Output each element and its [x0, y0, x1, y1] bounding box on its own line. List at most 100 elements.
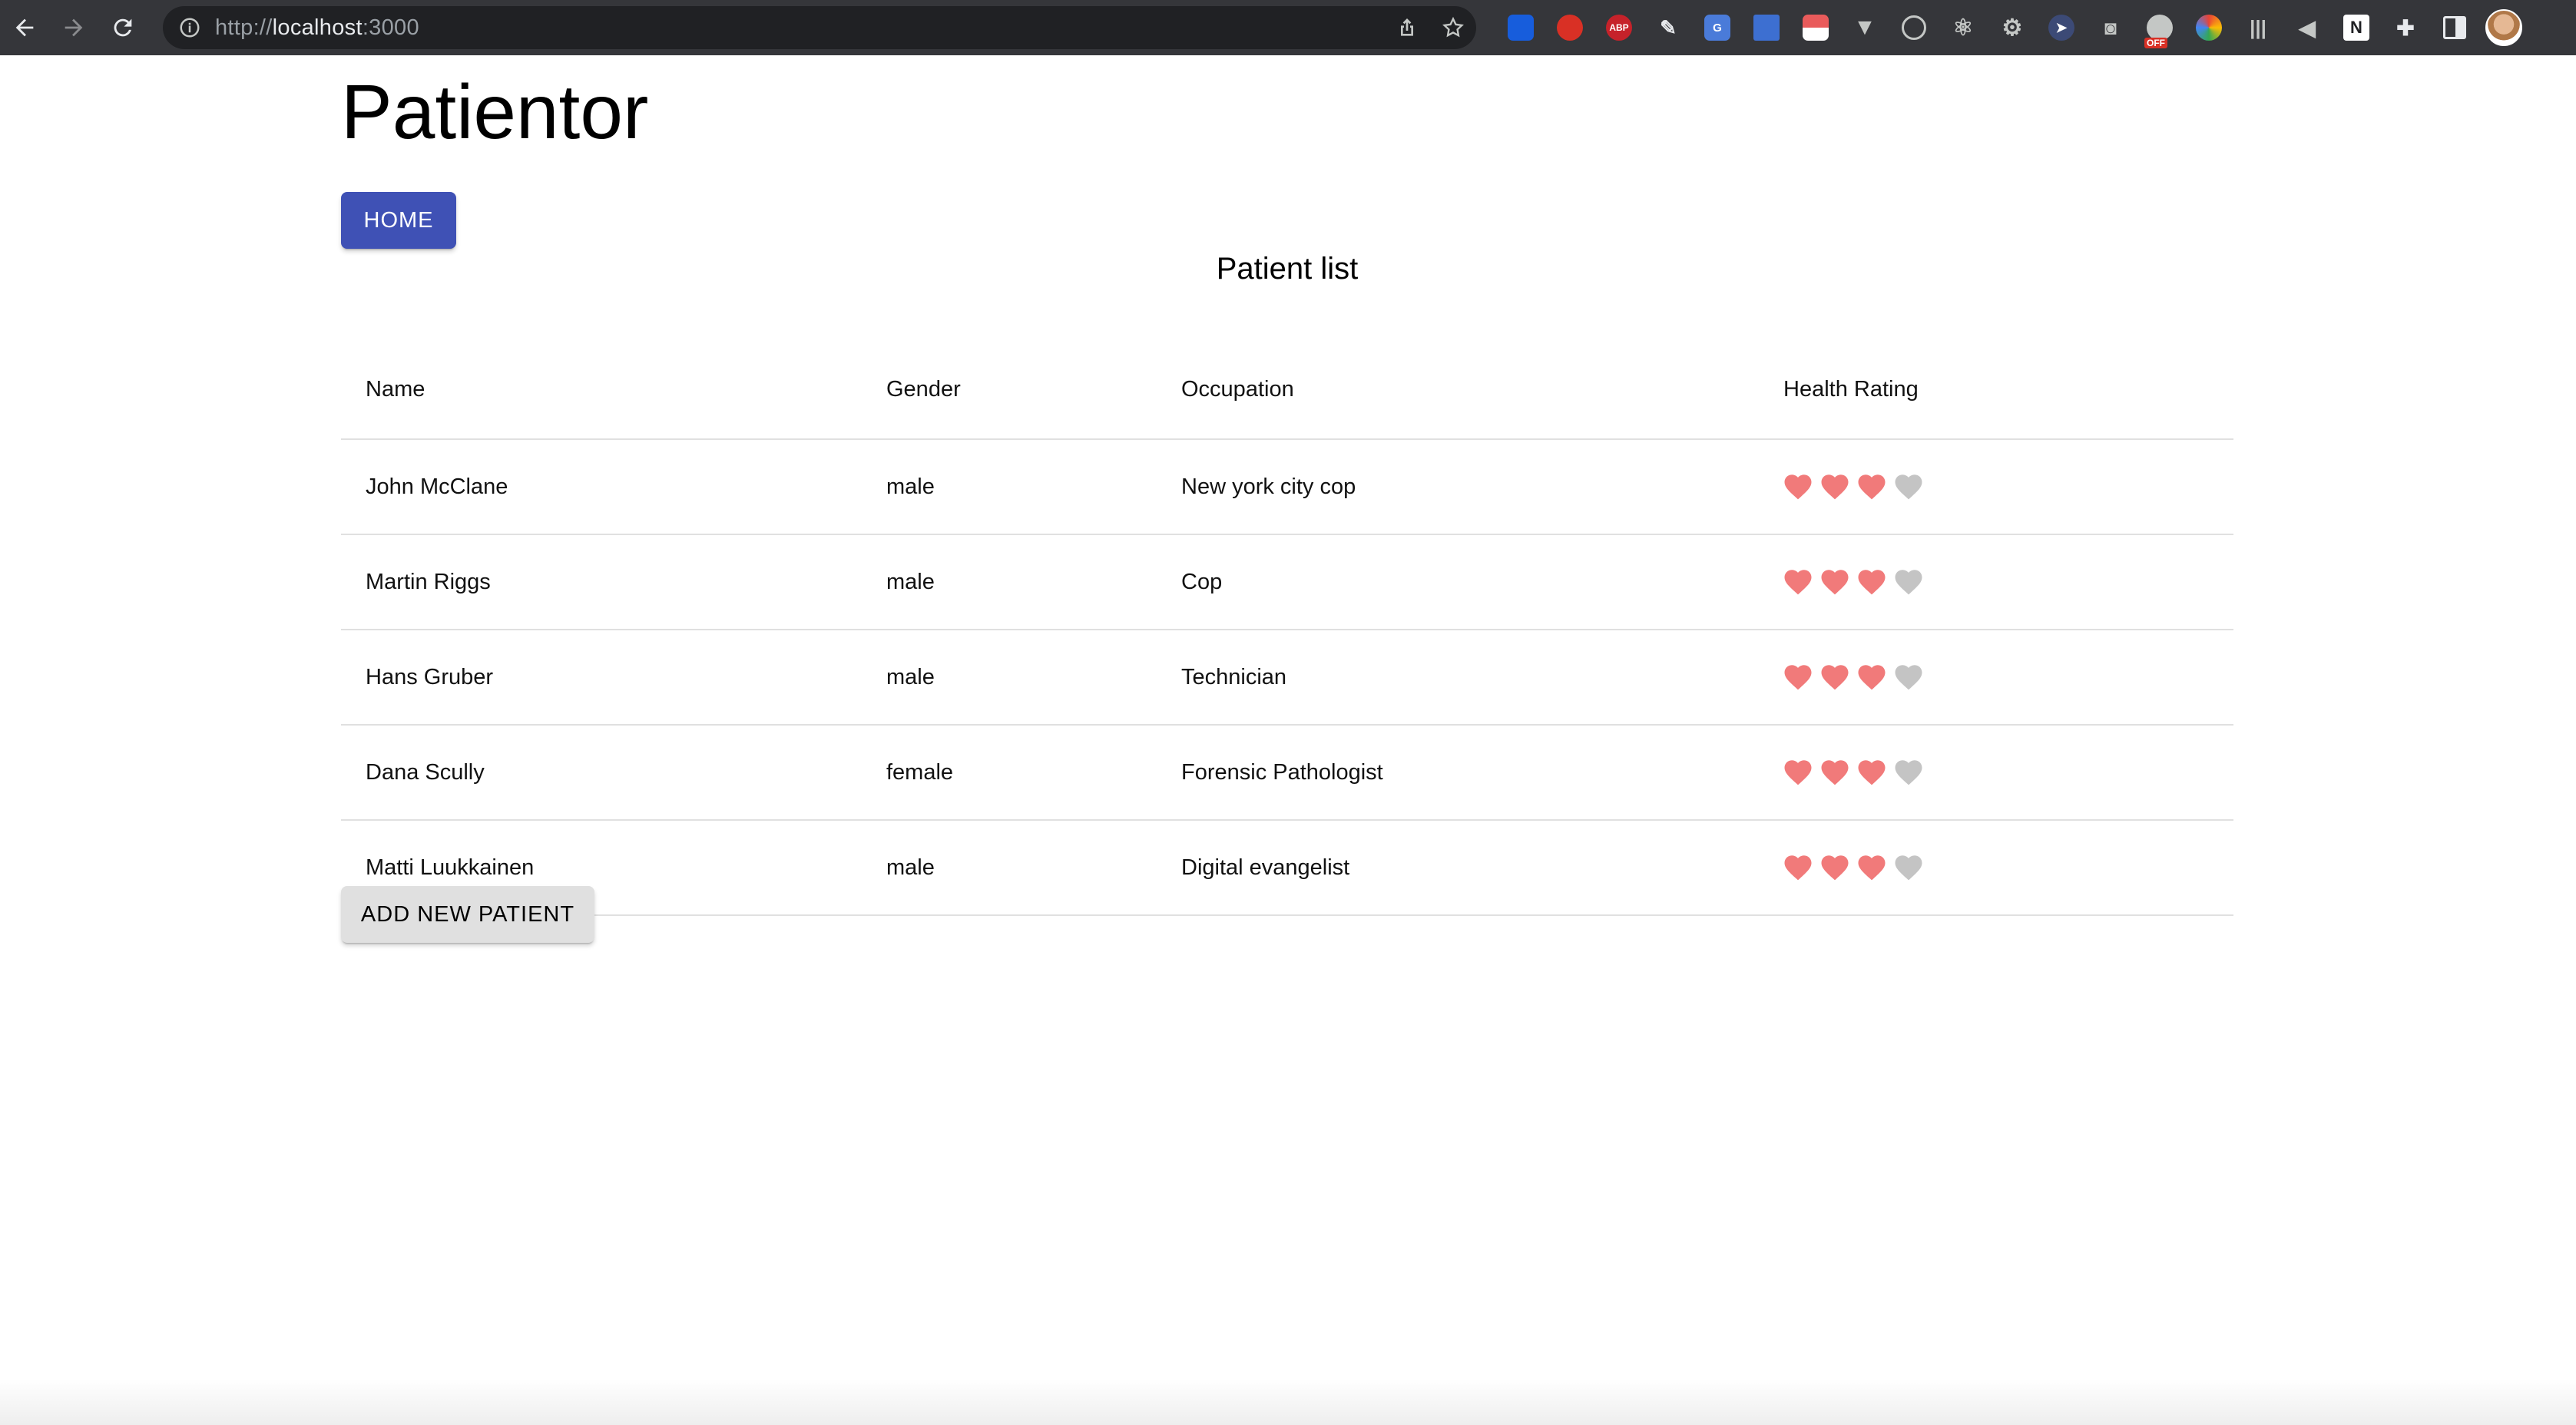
gear-icon: ⚙	[2002, 15, 2023, 41]
heart-filled-icon	[1784, 474, 1812, 500]
profile-button[interactable]	[2479, 0, 2528, 55]
info-icon[interactable]	[178, 16, 201, 39]
patient-gender-cell: male	[862, 534, 1157, 630]
extensions-menu-button[interactable]: ✚	[2381, 0, 2430, 55]
url-host: localhost	[272, 15, 363, 40]
arrow-right-icon	[65, 18, 83, 37]
target-icon	[1902, 15, 1926, 40]
patient-name-cell: Hans Gruber	[341, 630, 862, 726]
table-header-row: Name Gender Occupation Health Rating	[341, 341, 2233, 440]
extension-target[interactable]	[1889, 0, 1939, 55]
table-row: John McClane male New york city cop	[341, 439, 2233, 535]
extension-audio[interactable]: |||	[2233, 0, 2283, 55]
table-row: Matti Luukkainen male Digital evangelist	[341, 820, 2233, 916]
heart-filled-icon	[1858, 474, 1886, 500]
heart-empty-icon	[1895, 760, 1922, 785]
extension-cursor[interactable]: ➤	[2037, 0, 2086, 55]
health-rating	[1780, 471, 2233, 503]
extension-bitwarden[interactable]	[1496, 0, 1545, 55]
patient-gender-cell: male	[862, 630, 1157, 726]
extension-volume[interactable]: ◀	[2283, 0, 2332, 55]
patient-name-cell: Dana Scully	[341, 725, 862, 821]
heart-filled-icon	[1858, 855, 1886, 881]
health-rating	[1780, 566, 2233, 598]
reload-icon	[114, 18, 132, 37]
home-button[interactable]: HOME	[341, 192, 456, 249]
extension-adblock[interactable]: ABP	[1594, 0, 1644, 55]
extension-translate[interactable]: G	[1693, 0, 1742, 55]
side-panel-icon	[2443, 16, 2466, 39]
column-header-gender: Gender	[862, 341, 1157, 440]
extension-stop[interactable]	[1545, 0, 1594, 55]
patient-occupation-cell: Digital evangelist	[1157, 820, 1759, 916]
patient-occupation-cell: Forensic Pathologist	[1157, 725, 1759, 821]
heart-empty-icon	[1895, 570, 1922, 595]
heart-empty-icon	[1895, 474, 1922, 500]
patient-name-cell: Martin Riggs	[341, 534, 862, 630]
patient-gender-cell: male	[862, 439, 1157, 535]
forward-button[interactable]	[49, 0, 98, 55]
patient-occupation-cell: Cop	[1157, 534, 1759, 630]
patient-occupation-cell: New york city cop	[1157, 439, 1759, 535]
window-bottom-shadow	[0, 1379, 2576, 1425]
share-icon[interactable]	[1395, 15, 1419, 40]
avatar	[2485, 9, 2522, 46]
heart-filled-icon	[1784, 760, 1812, 785]
add-new-patient-button[interactable]: ADD NEW PATIENT	[341, 886, 594, 943]
health-rating	[1780, 661, 2233, 693]
patient-name-cell: John McClane	[341, 439, 862, 535]
extension-notion[interactable]: N	[2332, 0, 2381, 55]
cursor-icon: ➤	[2048, 15, 2074, 41]
extension-react[interactable]: ⚛	[1939, 0, 1988, 55]
heart-empty-icon	[1895, 665, 1922, 690]
reload-button[interactable]	[98, 0, 147, 55]
column-header-name: Name	[341, 341, 862, 440]
stack-icon	[1803, 15, 1829, 41]
extension-color[interactable]	[2184, 0, 2233, 55]
extension-pen[interactable]: ✎	[1644, 0, 1693, 55]
extension-camera[interactable]: ◙	[2086, 0, 2135, 55]
extension-doc[interactable]	[1742, 0, 1791, 55]
extension-off[interactable]: OFF	[2135, 0, 2184, 55]
table-row: Dana Scully female Forensic Pathologist	[341, 725, 2233, 821]
speedometer-icon: OFF	[2144, 15, 2173, 48]
health-rating	[1780, 851, 2233, 884]
heart-filled-icon	[1858, 760, 1886, 785]
shield-icon	[1508, 15, 1534, 41]
table-row: Hans Gruber male Technician	[341, 630, 2233, 726]
heart-filled-icon	[1821, 474, 1849, 500]
patient-gender-cell: male	[862, 820, 1157, 916]
notion-icon: N	[2343, 15, 2369, 41]
health-rating-cell	[1759, 630, 2233, 726]
heart-filled-icon	[1784, 855, 1812, 881]
off-badge: OFF	[2144, 38, 2167, 48]
address-bar[interactable]: http://localhost:3000	[163, 6, 1476, 49]
heart-filled-icon	[1858, 665, 1886, 690]
extension-gear[interactable]: ⚙	[1988, 0, 2037, 55]
hand-stop-icon	[1557, 15, 1583, 41]
column-header-health-rating: Health Rating	[1759, 341, 2233, 440]
patient-occupation-cell: Technician	[1157, 630, 1759, 726]
health-rating-cell	[1759, 534, 2233, 630]
patient-gender-cell: female	[862, 725, 1157, 821]
heart-empty-icon	[1895, 855, 1922, 881]
volume-icon: ◀	[2299, 15, 2316, 40]
waveform-icon: |||	[2250, 15, 2266, 39]
health-rating-cell	[1759, 725, 2233, 821]
extension-stack[interactable]	[1791, 0, 1840, 55]
heart-filled-icon	[1784, 570, 1812, 595]
react-icon: ⚛	[1952, 15, 1974, 41]
url-text[interactable]: http://localhost:3000	[215, 15, 419, 41]
bookmark-star-icon[interactable]	[1441, 15, 1465, 40]
url-port: :3000	[362, 15, 419, 40]
extension-vue[interactable]: ▼	[1840, 0, 1889, 55]
table-body: John McClane male New york city cop Martin …	[341, 439, 2233, 916]
health-rating	[1780, 756, 2233, 789]
heart-filled-icon	[1821, 570, 1849, 595]
url-scheme: http://	[215, 15, 273, 40]
heart-filled-icon	[1784, 665, 1812, 690]
side-panel-button[interactable]	[2430, 0, 2479, 55]
back-button[interactable]	[0, 0, 49, 55]
health-rating-cell	[1759, 439, 2233, 535]
heart-filled-icon	[1821, 855, 1849, 881]
